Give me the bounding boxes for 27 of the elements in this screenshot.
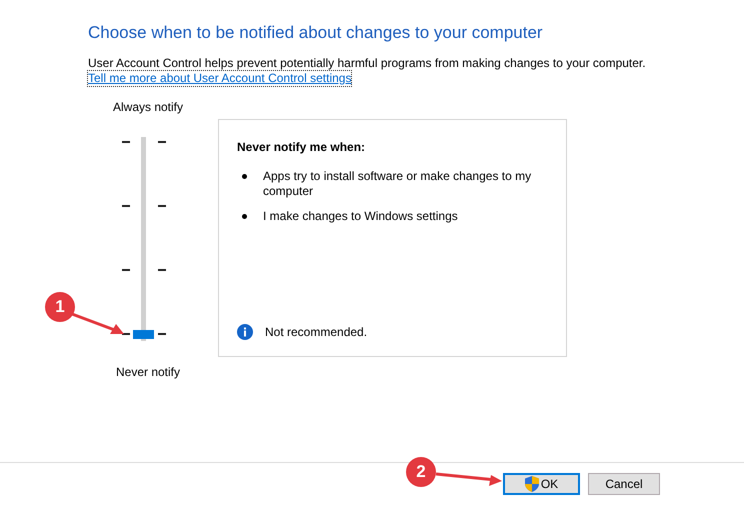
callout-arrow [71,312,124,334]
ok-button[interactable]: OK [503,473,580,495]
tick-mark [122,141,130,143]
step-badge: 2 [406,457,436,487]
tick-mark [158,333,166,335]
panel-list-item: Apps try to install software or make changes to my computer [263,169,532,199]
bullet-icon [242,174,247,179]
page-title: Choose when to be notified about changes to your computer [88,22,543,43]
tick-mark [158,269,166,271]
slider-thumb[interactable] [133,330,154,339]
tick-mark [158,205,166,207]
shield-icon [524,476,539,492]
panel-list-item: I make changes to Windows settings [263,209,458,224]
warning-note: Not recommended. [265,324,368,340]
step-badge: 1 [45,292,75,322]
dialog-button[interactable]: Cancel [588,473,660,495]
tick-mark [122,205,130,207]
slider-top-label: Always notify [112,100,184,115]
tick-mark [158,141,166,143]
description-text: User Account Control helps prevent potentially harmful programs from making changes to your computer. [88,56,646,71]
tick-mark [122,269,130,271]
callout-arrow [436,472,502,486]
info-icon [237,324,253,340]
bullet-icon [242,214,247,219]
panel-heading: Never notify me when: [237,140,366,155]
slider-bottom-label: Never notify [116,365,180,380]
help-link[interactable]: Tell me more about User Account Control settings [88,71,352,86]
